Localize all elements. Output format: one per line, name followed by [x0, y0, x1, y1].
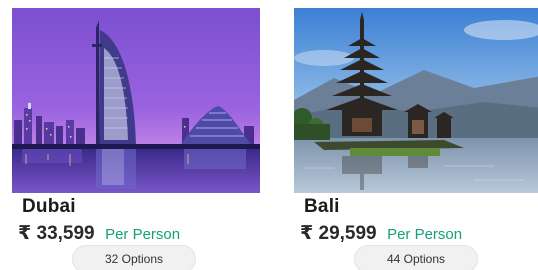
- per-person-label: Per Person: [387, 226, 463, 243]
- package-list: Dubai ₹ 33,599 Per Person 32 Options Bal…: [0, 0, 538, 270]
- destination-name: Bali: [304, 196, 340, 217]
- destination-name: Dubai: [22, 196, 76, 217]
- package-card-dubai[interactable]: Dubai ₹ 33,599 Per Person 32 Options: [10, 0, 262, 270]
- options-button[interactable]: 32 Options: [72, 245, 196, 270]
- bali-temple-photo[interactable]: [294, 8, 538, 193]
- per-person-label: Per Person: [105, 226, 181, 243]
- price-row: ₹ 29,599 Per Person: [300, 222, 462, 245]
- dubai-skyline-photo[interactable]: [12, 8, 260, 193]
- price-value: ₹ 29,599: [300, 223, 377, 244]
- price-value: ₹ 33,599: [18, 223, 95, 244]
- price-row: ₹ 33,599 Per Person: [18, 222, 180, 245]
- package-card-bali[interactable]: Bali ₹ 29,599 Per Person 44 Options: [292, 0, 538, 270]
- options-button[interactable]: 44 Options: [354, 245, 478, 270]
